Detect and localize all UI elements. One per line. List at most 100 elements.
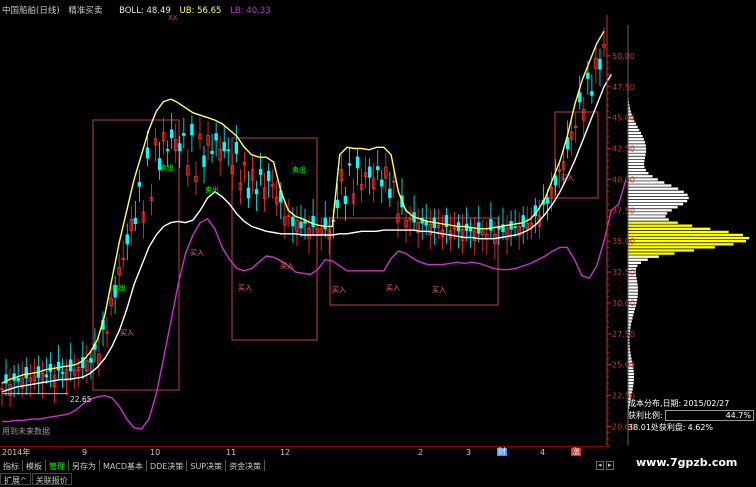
tab-template[interactable]: 模板 (23, 460, 46, 471)
buy-marker: 买入 (386, 284, 400, 292)
candle-body (16, 378, 20, 382)
date-label: 12 (280, 448, 291, 457)
candle-body (598, 58, 602, 70)
sub-indicator-label: XX (168, 14, 178, 22)
watermark: www.7gpzb.com (636, 456, 738, 469)
signal-markers: 卖出卖出卖出卖出买入买入买入买入买入 买入 买入买入 (112, 163, 574, 337)
candle-body (234, 141, 239, 154)
tab-dde[interactable]: DDE决策 (147, 460, 188, 471)
price-tick-label: 27.50 (612, 330, 635, 339)
candle-body (258, 169, 263, 175)
tab-save-as[interactable]: 另存为 (69, 460, 100, 471)
candle-body (367, 166, 372, 178)
price-value: 4.62% (687, 422, 714, 432)
candle-body (343, 195, 348, 204)
price-tick-label: 45.00 (612, 114, 635, 123)
sell-marker: 卖出 (292, 165, 306, 174)
price-tick-label: 32.50 (612, 268, 635, 277)
candle-body (44, 374, 49, 378)
candle-body (590, 91, 594, 96)
tab-sup[interactable]: SUP决策 (187, 460, 227, 471)
candle-body (388, 188, 392, 199)
buy-marker: 买入 (120, 329, 134, 337)
cost-label: 成本分布,日期: (628, 398, 682, 408)
buy-marker: 买入 (238, 284, 252, 292)
date-label: 3 (466, 448, 472, 457)
finance-marker[interactable]: 财 (497, 448, 507, 456)
buy-marker: 买入 (190, 249, 204, 257)
stock-title[interactable]: 中国船舶(日线) (2, 6, 60, 16)
candle-body (60, 372, 65, 374)
related-quote-button[interactable]: 关联报价 (31, 473, 72, 485)
hline-label: 22.65 (70, 395, 92, 404)
indicator-name: 精准买卖 (68, 6, 103, 16)
candle-body (578, 92, 582, 103)
date-label: 4 (540, 448, 546, 457)
buy-marker: 买入 (560, 174, 574, 182)
tab-manage[interactable]: 管理 (46, 460, 69, 471)
price-tick-label: 30.00 (612, 299, 635, 308)
tab-fund[interactable]: 资金决策 (226, 460, 266, 471)
candle-body (214, 133, 218, 141)
candle-body (521, 215, 525, 227)
boll-value: BOLL: 48.49 (119, 6, 171, 16)
series-line-ub (1, 30, 605, 384)
price-label: 38.01处获利盘: (628, 422, 686, 432)
buy-marker: 买入 (280, 262, 294, 270)
sell-marker: 卖出 (160, 163, 174, 172)
candle-body (335, 199, 340, 209)
sell-marker: 卖出 (112, 283, 126, 292)
signal-boxes (92, 111, 599, 391)
buy-marker: 买入 (332, 286, 346, 294)
candle-body (125, 234, 129, 245)
sell-marker: 卖出 (205, 185, 219, 194)
profit-label: 获利比例: (628, 410, 663, 420)
price-tick-label: 35.00 (612, 237, 635, 246)
candle-body (291, 216, 295, 227)
signal-box (92, 119, 180, 391)
date-label: 9 (82, 448, 88, 457)
bottom-bar: 扩展^ 关联报价 (0, 473, 73, 485)
expand-button[interactable]: 扩展^ (0, 473, 31, 485)
gain-marker[interactable]: 涨 (571, 448, 581, 456)
tab-macd[interactable]: MACD基本 (100, 460, 147, 471)
candle-body (380, 179, 384, 187)
candle-body (178, 143, 182, 151)
candle-body (376, 166, 380, 171)
candle-body (553, 175, 558, 186)
candle-body (145, 147, 150, 159)
date-label: 2 (418, 448, 424, 457)
candle-body (89, 358, 93, 363)
tab-scroll-left[interactable]: ◂ (596, 461, 604, 470)
volume-profile (627, 25, 750, 445)
candle-body (24, 367, 28, 379)
candle-body (133, 217, 138, 225)
indicator-tabs: 指标 模板 管理 另存为 MACD基本 DDE决策 SUP决策 资金决策 (0, 460, 266, 471)
cost-date: 2015/02/27 (683, 398, 730, 408)
profit-value: 44.7% (664, 409, 754, 421)
lb-value: LB: 40.33 (230, 6, 271, 16)
tab-indicator[interactable]: 指标 (0, 460, 23, 471)
candle-body (347, 163, 352, 166)
future-data-note: 用到未来数据 (2, 427, 50, 436)
title-bar: 中国船舶(日线) 精准买卖 BOLL: 48.49 UB: 56.65 LB: … (2, 4, 277, 16)
date-label: 2014年 (2, 448, 31, 457)
candle-body (513, 226, 517, 229)
candle-body (169, 129, 174, 139)
tab-scroll-right[interactable]: ▸ (606, 461, 614, 470)
price-tick-label: 50.00 (612, 52, 635, 61)
candle-body (210, 150, 214, 155)
candle-body (254, 189, 259, 195)
candle-body (202, 155, 206, 167)
candle-body (323, 217, 327, 230)
candle-body (246, 187, 251, 199)
candle-body (222, 142, 226, 152)
candle-body (56, 361, 61, 371)
price-tick-label: 42.50 (612, 145, 635, 154)
candle-body (190, 123, 194, 136)
price-tick-label: 37.50 (612, 206, 635, 215)
candle-body (266, 170, 271, 181)
candle-body (137, 182, 142, 187)
cost-distribution-panel: 成本分布,日期: 2015/02/27 获利比例: 44.7% 38.01处获利… (628, 397, 754, 433)
candle-body (182, 133, 186, 136)
